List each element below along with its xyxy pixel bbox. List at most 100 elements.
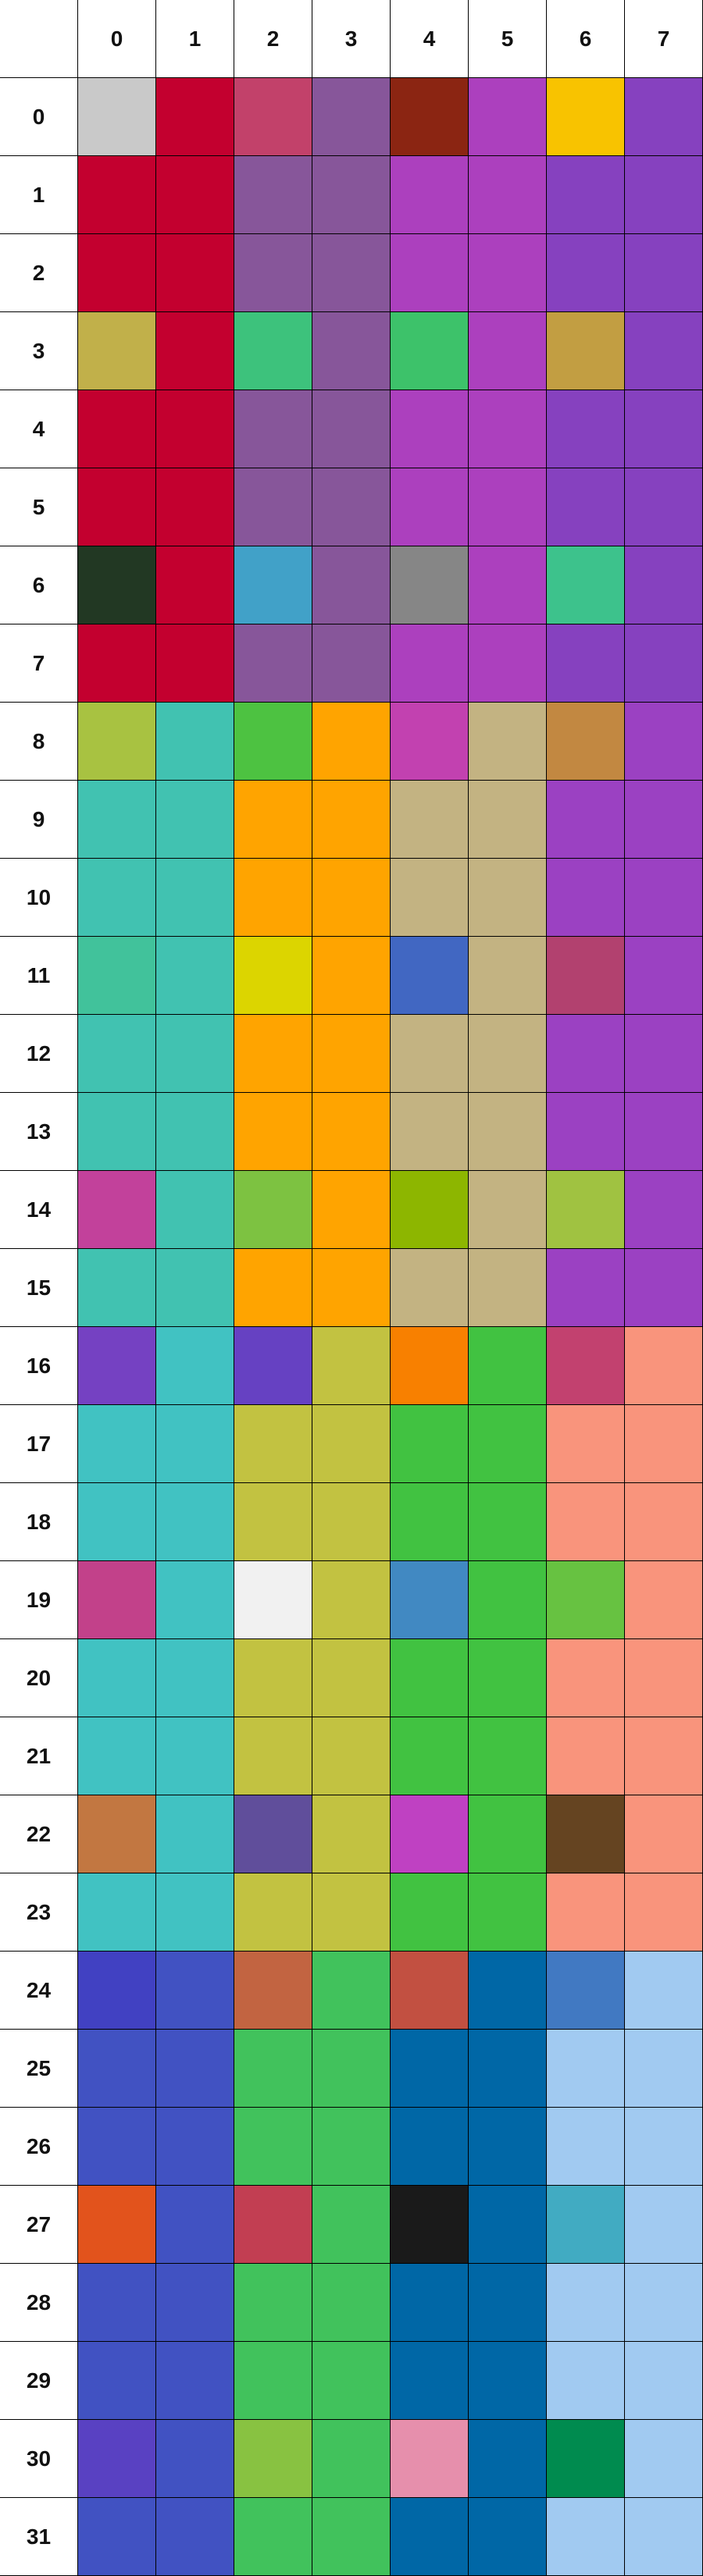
grid-cell[interactable] <box>312 2030 391 2108</box>
grid-cell[interactable] <box>625 1717 703 1795</box>
grid-cell[interactable] <box>469 546 547 624</box>
grid-cell[interactable] <box>547 1795 625 1873</box>
grid-cell[interactable] <box>234 1483 312 1561</box>
grid-cell[interactable] <box>312 2342 391 2420</box>
grid-cell[interactable] <box>391 1015 469 1093</box>
grid-cell[interactable] <box>312 1483 391 1561</box>
grid-cell[interactable] <box>156 1795 234 1873</box>
grid-cell[interactable] <box>625 1405 703 1483</box>
grid-cell[interactable] <box>78 781 156 859</box>
grid-cell[interactable] <box>625 390 703 468</box>
grid-cell[interactable] <box>547 1561 625 1639</box>
grid-cell[interactable] <box>156 78 234 156</box>
grid-cell[interactable] <box>391 2186 469 2264</box>
grid-cell[interactable] <box>234 2186 312 2264</box>
grid-cell[interactable] <box>78 390 156 468</box>
grid-cell[interactable] <box>625 2030 703 2108</box>
grid-cell[interactable] <box>156 2108 234 2186</box>
grid-cell[interactable] <box>156 1483 234 1561</box>
grid-cell[interactable] <box>469 2498 547 2576</box>
grid-cell[interactable] <box>156 234 234 312</box>
grid-cell[interactable] <box>234 624 312 703</box>
grid-cell[interactable] <box>234 2420 312 2498</box>
grid-cell[interactable] <box>391 937 469 1015</box>
grid-cell[interactable] <box>625 2186 703 2264</box>
grid-cell[interactable] <box>469 1015 547 1093</box>
grid-cell[interactable] <box>312 937 391 1015</box>
grid-cell[interactable] <box>547 1483 625 1561</box>
grid-cell[interactable] <box>391 1093 469 1171</box>
grid-cell[interactable] <box>234 1327 312 1405</box>
grid-cell[interactable] <box>391 546 469 624</box>
grid-cell[interactable] <box>312 1171 391 1249</box>
grid-cell[interactable] <box>391 156 469 234</box>
grid-cell[interactable] <box>78 2030 156 2108</box>
grid-cell[interactable] <box>234 1952 312 2030</box>
grid-cell[interactable] <box>78 2186 156 2264</box>
grid-cell[interactable] <box>625 468 703 546</box>
grid-cell[interactable] <box>391 2264 469 2342</box>
grid-cell[interactable] <box>312 781 391 859</box>
grid-cell[interactable] <box>156 2186 234 2264</box>
grid-cell[interactable] <box>391 1249 469 1327</box>
grid-cell[interactable] <box>391 2108 469 2186</box>
grid-cell[interactable] <box>156 1171 234 1249</box>
grid-cell[interactable] <box>234 156 312 234</box>
grid-cell[interactable] <box>469 468 547 546</box>
grid-cell[interactable] <box>469 2030 547 2108</box>
grid-cell[interactable] <box>625 1171 703 1249</box>
grid-cell[interactable] <box>234 937 312 1015</box>
grid-cell[interactable] <box>156 1952 234 2030</box>
grid-cell[interactable] <box>469 1171 547 1249</box>
grid-cell[interactable] <box>469 2264 547 2342</box>
grid-cell[interactable] <box>391 2030 469 2108</box>
grid-cell[interactable] <box>391 390 469 468</box>
grid-cell[interactable] <box>547 2264 625 2342</box>
grid-cell[interactable] <box>391 468 469 546</box>
grid-cell[interactable] <box>469 156 547 234</box>
grid-cell[interactable] <box>312 1873 391 1952</box>
grid-cell[interactable] <box>469 1639 547 1717</box>
grid-cell[interactable] <box>625 624 703 703</box>
grid-cell[interactable] <box>625 1873 703 1952</box>
grid-cell[interactable] <box>312 2264 391 2342</box>
grid-cell[interactable] <box>391 1717 469 1795</box>
grid-cell[interactable] <box>469 1795 547 1873</box>
grid-cell[interactable] <box>469 1093 547 1171</box>
grid-cell[interactable] <box>234 78 312 156</box>
grid-cell[interactable] <box>625 78 703 156</box>
grid-cell[interactable] <box>469 2420 547 2498</box>
grid-cell[interactable] <box>78 1952 156 2030</box>
grid-cell[interactable] <box>78 546 156 624</box>
grid-cell[interactable] <box>625 1639 703 1717</box>
grid-cell[interactable] <box>156 546 234 624</box>
grid-cell[interactable] <box>78 234 156 312</box>
grid-cell[interactable] <box>156 312 234 390</box>
grid-cell[interactable] <box>234 1873 312 1952</box>
grid-cell[interactable] <box>625 2498 703 2576</box>
grid-cell[interactable] <box>234 390 312 468</box>
grid-cell[interactable] <box>312 2108 391 2186</box>
grid-cell[interactable] <box>312 1952 391 2030</box>
grid-cell[interactable] <box>625 937 703 1015</box>
grid-cell[interactable] <box>547 2108 625 2186</box>
grid-cell[interactable] <box>78 2108 156 2186</box>
grid-cell[interactable] <box>547 781 625 859</box>
grid-cell[interactable] <box>234 546 312 624</box>
grid-cell[interactable] <box>312 234 391 312</box>
grid-cell[interactable] <box>156 1873 234 1952</box>
grid-cell[interactable] <box>234 1717 312 1795</box>
grid-cell[interactable] <box>78 468 156 546</box>
grid-cell[interactable] <box>234 859 312 937</box>
grid-cell[interactable] <box>78 1405 156 1483</box>
grid-cell[interactable] <box>391 1795 469 1873</box>
grid-cell[interactable] <box>391 1483 469 1561</box>
grid-cell[interactable] <box>625 156 703 234</box>
grid-cell[interactable] <box>312 2186 391 2264</box>
grid-cell[interactable] <box>391 78 469 156</box>
grid-cell[interactable] <box>312 1015 391 1093</box>
grid-cell[interactable] <box>469 1249 547 1327</box>
grid-cell[interactable] <box>78 1717 156 1795</box>
grid-cell[interactable] <box>234 2264 312 2342</box>
grid-cell[interactable] <box>469 859 547 937</box>
